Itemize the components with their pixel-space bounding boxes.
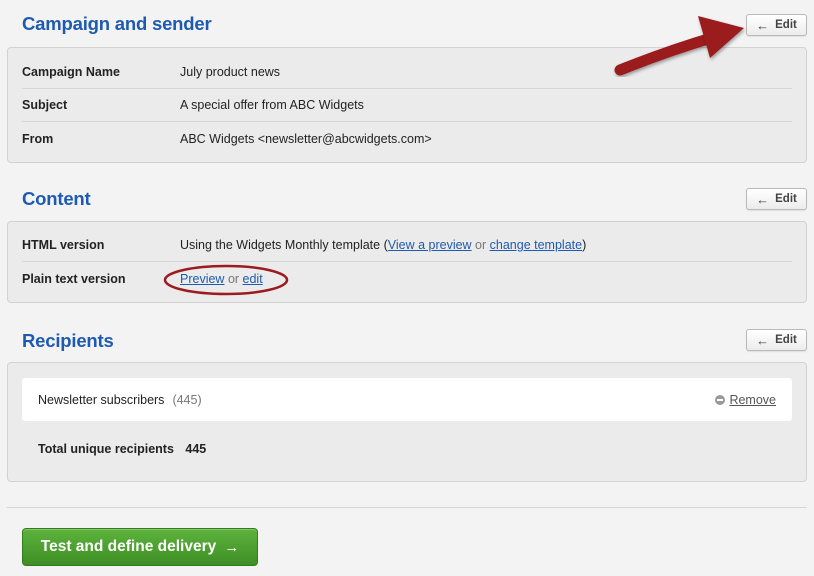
from-row: From ABC Widgets <newsletter@abcwidgets.… [22,122,792,155]
edit-button-label: Edit [775,19,797,31]
plain-text-version-label: Plain text version [22,271,126,286]
edit-button-label: Edit [775,334,797,346]
content-details-panel: HTML version Using the Widgets Monthly t… [7,221,807,303]
campaign-section-title: Campaign and sender [22,13,212,34]
total-recipients-value: 445 [185,442,207,456]
plain-text-edit-link[interactable]: edit [243,272,263,286]
or-text: or [224,271,243,286]
arrow-right-icon: → [224,538,240,556]
minus-circle-icon [715,394,726,405]
plain-text-preview-link[interactable]: Preview [180,272,224,286]
plain-text-version-value: Preview or edit [180,272,263,286]
recipients-edit-button[interactable]: ← Edit [746,329,807,351]
plain-text-version-row: Plain text version Preview or edit [22,262,792,295]
arrow-left-icon: ← [756,191,770,207]
subject-value: A special offer from ABC Widgets [180,98,364,112]
campaign-edit-button[interactable]: ← Edit [746,14,807,36]
arrow-left-icon: ← [756,17,770,33]
from-label: From [22,131,54,146]
change-template-link[interactable]: change template [490,238,582,252]
or-text: or [471,238,490,252]
content-section-title: Content [22,188,91,209]
subject-label: Subject [22,98,68,112]
campaign-details-panel: Campaign Name July product news Subject … [7,47,807,163]
from-value: ABC Widgets <newsletter@abcwidgets.com> [180,131,432,146]
html-version-label: HTML version [22,238,105,252]
test-and-define-delivery-button[interactable]: Test and define delivery → [22,528,258,566]
campaign-name-label: Campaign Name [22,65,120,79]
list-count: (445) [172,392,202,407]
view-preview-link[interactable]: View a preview [388,238,472,252]
primary-button-label: Test and define delivery [40,538,217,555]
recipients-panel: Newsletter subscribers (445) Remove Tota… [7,362,807,482]
template-text: Using the Widgets Monthly template ( [180,238,388,252]
total-recipients-label: Total unique recipients [38,442,174,456]
list-name: Newsletter subscribers [38,392,165,407]
edit-button-label: Edit [775,193,797,205]
total-recipients: Total unique recipients 445 [38,442,206,456]
arrow-left-icon: ← [756,332,770,348]
list-item: Newsletter subscribers (445) Remove [22,378,792,421]
closing-paren: ) [582,238,587,252]
content-edit-button[interactable]: ← Edit [746,188,807,210]
campaign-name-row: Campaign Name July product news [22,56,792,89]
subject-row: Subject A special offer from ABC Widgets [22,89,792,122]
campaign-name-value: July product news [180,65,281,79]
recipients-section-title: Recipients [22,330,114,351]
remove-list-button[interactable]: Remove [715,393,776,407]
remove-label: Remove [729,392,776,407]
html-version-value: Using the Widgets Monthly template (View… [180,238,586,252]
footer-divider [7,507,807,508]
html-version-row: HTML version Using the Widgets Monthly t… [22,229,792,262]
